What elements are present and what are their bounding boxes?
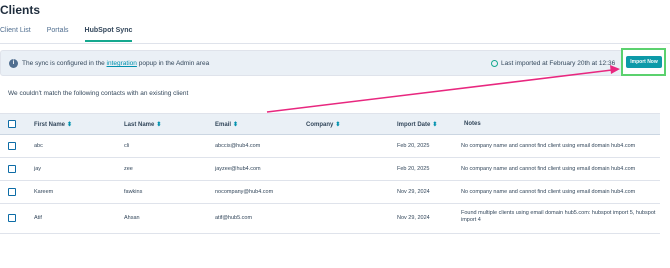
column-label: Company	[306, 122, 334, 128]
cell-email: abccis@hub4.com	[215, 143, 261, 149]
cell-first-name: abc	[34, 143, 43, 149]
unmatched-contacts-table: First Name ⬍ Last Name ⬍ Email ⬍ Company ⬍ I…	[0, 113, 660, 234]
sort-icon: ⬍	[156, 122, 162, 128]
row-checkbox[interactable]	[8, 214, 16, 222]
last-imported-label: Last imported at February 20th at 12:36	[501, 60, 616, 67]
cell-last-name: cli	[124, 143, 130, 149]
arrow-line	[266, 69, 613, 113]
cell-email: nocompany@hub4.com	[215, 189, 274, 195]
cell-first-name: Atif	[34, 215, 42, 221]
sort-icon: ⬍	[67, 122, 73, 128]
select-all-checkbox[interactable]	[8, 120, 16, 128]
cell-import-date: Feb 20, 2025	[397, 166, 430, 172]
cell-email: atif@hub5.com	[215, 215, 253, 221]
sync-info-banner: i The sync is configured in the integrat…	[0, 50, 664, 76]
tab-portals[interactable]: Portals	[47, 26, 69, 44]
sort-icon: ⬍	[335, 122, 341, 128]
banner-message: The sync is configured in the integratio…	[22, 59, 209, 68]
row-checkbox[interactable]	[8, 188, 16, 196]
sort-icon: ⬍	[233, 122, 239, 128]
banner-text-after: popup in the Admin area	[136, 60, 210, 67]
cell-notes: No company name and cannot find client u…	[461, 189, 636, 195]
last-imported-text: Last imported at February 20th at 12:36	[491, 59, 616, 68]
column-header-import-date[interactable]: Import Date ⬍	[397, 121, 437, 128]
banner-text-before: The sync is configured in the	[22, 60, 107, 67]
column-label: First Name	[34, 122, 66, 128]
cell-email: jayzee@hub4.com	[215, 166, 261, 172]
column-label: Import Date	[397, 122, 431, 128]
tab-client-list[interactable]: Client List	[0, 26, 31, 44]
tabs-divider	[0, 43, 670, 44]
column-header-notes: Notes	[464, 121, 481, 127]
row-checkbox[interactable]	[8, 142, 16, 150]
cell-last-name: Ahsan	[124, 215, 140, 221]
cell-last-name: fawkins	[124, 189, 143, 195]
table-row: jay zee jayzee@hub4.com Feb 20, 2025 No …	[0, 158, 660, 181]
table-row: abc cli abccis@hub4.com Feb 20, 2025 No …	[0, 135, 660, 158]
cell-notes: No company name and cannot find client u…	[461, 166, 636, 172]
page-title: Clients	[0, 3, 41, 17]
tab-hubspot-sync[interactable]: HubSpot Sync	[84, 26, 132, 44]
integration-link[interactable]: integration	[107, 60, 137, 67]
cell-last-name: zee	[124, 166, 133, 172]
column-label: Email	[215, 122, 232, 128]
cell-notes: No company name and cannot find client u…	[461, 143, 636, 149]
column-label: Last Name	[124, 122, 155, 128]
tab-bar: Client List Portals HubSpot Sync	[0, 26, 148, 44]
table-row: Atif Ahsan atif@hub5.com Nov 29, 2024 Fo…	[0, 204, 660, 234]
import-now-button[interactable]: Import Now	[626, 56, 662, 68]
table-header: First Name ⬍ Last Name ⬍ Email ⬍ Company ⬍ I…	[0, 113, 660, 135]
unmatched-message: We couldn't match the following contacts…	[8, 90, 189, 97]
cell-import-date: Feb 20, 2025	[397, 143, 430, 149]
cell-notes: Found multiple clients using email domai…	[461, 210, 656, 223]
import-button-highlight: Import Now	[621, 48, 666, 76]
row-checkbox[interactable]	[8, 165, 16, 173]
cell-first-name: Kareem	[34, 189, 54, 195]
cell-first-name: jay	[34, 166, 42, 172]
cell-import-date: Nov 29, 2024	[397, 189, 430, 195]
column-header-last-name[interactable]: Last Name ⬍	[124, 121, 161, 128]
column-header-email[interactable]: Email ⬍	[215, 121, 238, 128]
column-label: Notes	[464, 121, 481, 127]
clock-icon	[491, 60, 498, 67]
table-row: Kareem fawkins nocompany@hub4.com Nov 29…	[0, 181, 660, 204]
info-icon: i	[9, 59, 18, 68]
sort-icon: ⬍	[432, 122, 438, 128]
column-header-company[interactable]: Company ⬍	[306, 121, 340, 128]
column-header-first-name[interactable]: First Name ⬍	[34, 121, 72, 128]
cell-import-date: Nov 29, 2024	[397, 215, 430, 221]
